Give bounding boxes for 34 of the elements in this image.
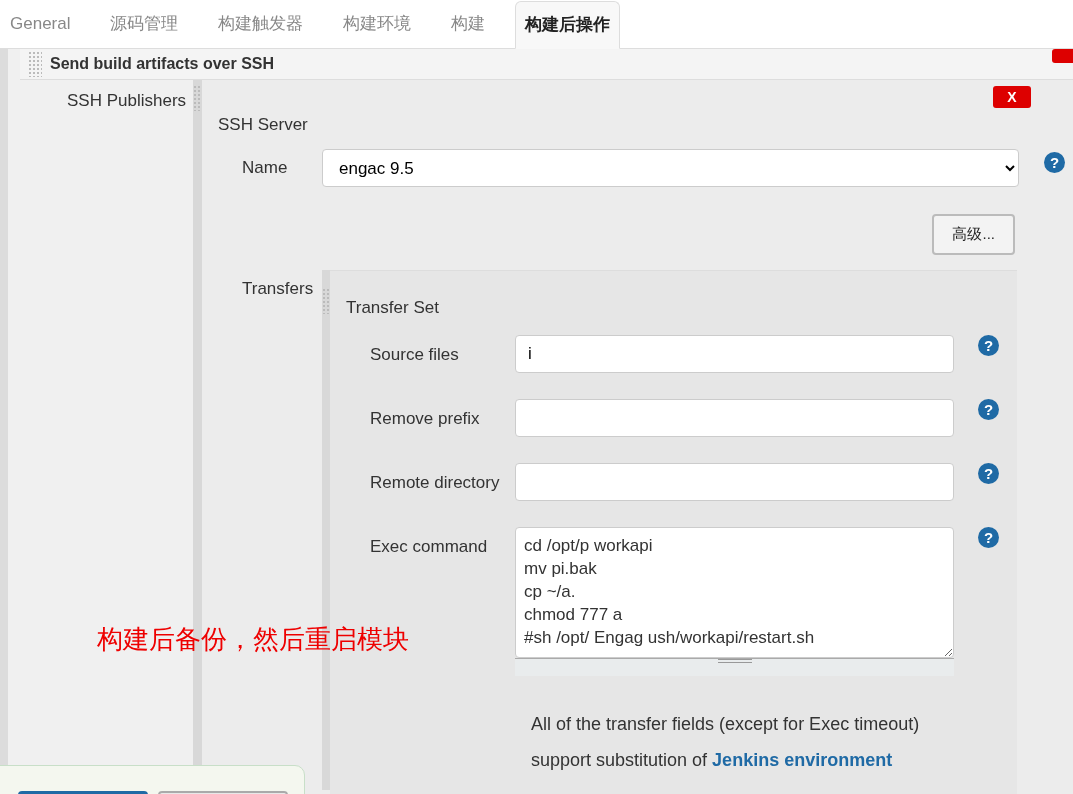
field-label: SSH Publishers xyxy=(67,90,187,110)
resize-handle[interactable] xyxy=(515,658,954,676)
field-label: Exec command xyxy=(370,536,489,558)
advanced-button[interactable]: 高级... xyxy=(932,214,1015,255)
help-icon[interactable]: ? xyxy=(978,335,999,356)
text-field[interactable]: i xyxy=(515,335,954,373)
delete-button[interactable]: X xyxy=(993,85,1031,108)
text-field[interactable] xyxy=(515,463,954,501)
tab[interactable]: 构建后操作 xyxy=(515,0,621,49)
annotation-text: 构建后备份，然后重启模块 xyxy=(97,623,409,656)
subsection-title: SSH Server xyxy=(218,113,308,136)
field-label: Name xyxy=(242,157,289,180)
help-icon[interactable]: ? xyxy=(1044,151,1065,173)
drag-handle[interactable] xyxy=(322,287,330,314)
help-icon[interactable]: ? xyxy=(978,463,999,484)
text-field[interactable] xyxy=(515,399,954,437)
field-label: Remote directory xyxy=(370,472,501,494)
help-icon[interactable]: ? xyxy=(978,399,999,420)
field-label: Transfers xyxy=(242,277,315,300)
field-label: Source files xyxy=(370,344,460,366)
tab[interactable]: 源码管理 xyxy=(100,0,189,48)
section-title: Send build artifacts over SSH xyxy=(50,53,275,74)
tab[interactable]: 构建 xyxy=(441,0,496,48)
delete-button[interactable] xyxy=(1052,49,1073,63)
name-select[interactable]: engac 9.5 xyxy=(322,149,1019,187)
field-label: Remove prefix xyxy=(370,408,481,430)
tab[interactable]: General xyxy=(0,0,81,48)
tab[interactable]: 构建触发器 xyxy=(208,0,314,48)
link[interactable]: Jenkins environment xyxy=(712,750,893,770)
help-text: All of the transfer fields (except for Exec timeout) support substitution of Jenkins environment xyxy=(531,713,921,772)
tab[interactable]: 构建环境 xyxy=(333,0,422,48)
help-icon[interactable]: ? xyxy=(978,527,999,548)
command-textarea[interactable]: cd /opt/p workapi mv pi.bak cp ~/a. chmod 777 a #sh /opt/ Engag ush/workapi/restart.sh xyxy=(515,527,954,658)
subsection-title: Transfer Set xyxy=(346,297,439,317)
